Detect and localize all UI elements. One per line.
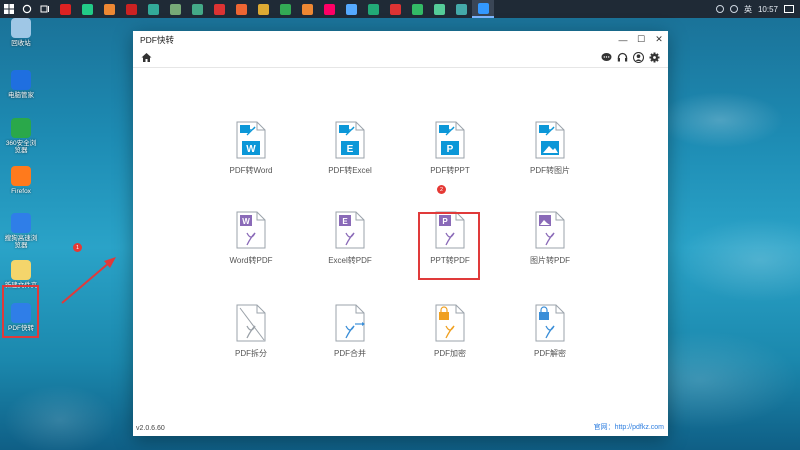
tool-tile-2[interactable]: P PDF转PPT — [418, 121, 482, 191]
pdf-document-icon — [535, 121, 565, 159]
svg-text:E: E — [347, 144, 354, 155]
tool-tile-8[interactable]: PDF拆分 — [219, 304, 283, 374]
window-titlebar[interactable]: PDF快转 — ☐ ✕ — [133, 31, 668, 48]
pdf-document-icon — [535, 304, 565, 342]
svg-text:W: W — [242, 217, 250, 226]
tool-tile-label: Word转PDF — [229, 256, 273, 265]
pdf-document-icon — [236, 304, 266, 342]
tool-tile-label: PDF解密 — [534, 349, 566, 358]
tool-tile-7[interactable]: 图片转PDF — [518, 211, 582, 281]
tool-tile-label: PDF合并 — [334, 349, 366, 358]
headset-icon[interactable] — [617, 52, 628, 63]
home-icon[interactable] — [141, 52, 152, 63]
tool-tile-10[interactable]: PDF加密 — [418, 304, 482, 374]
pdf-converter-window: PDF快转 — ☐ ✕ W PDF转Word E PDF转Excel P PDF转PPT P… — [133, 31, 668, 436]
pdf-document-icon — [435, 304, 465, 342]
window-title: PDF快转 — [140, 34, 175, 45]
maximize-button[interactable]: ☐ — [632, 31, 650, 48]
pdf-document-icon — [335, 304, 365, 342]
tool-tile-0[interactable]: W PDF转Word — [219, 121, 283, 191]
svg-text:W: W — [246, 144, 256, 155]
pdf-document-icon: W — [236, 211, 266, 249]
pdf-document-icon: E — [335, 211, 365, 249]
svg-text:P: P — [447, 144, 454, 155]
pdf-document-icon: W — [236, 121, 266, 159]
tool-tile-5[interactable]: E Excel转PDF — [318, 211, 382, 281]
pdf-document-icon: P — [435, 121, 465, 159]
version-label: v2.0.6.60 — [136, 425, 165, 432]
tool-tile-label: Excel转PDF — [328, 256, 372, 265]
minimize-button[interactable]: — — [614, 31, 632, 48]
tool-tile-9[interactable]: PDF合并 — [318, 304, 382, 374]
pdf-document-icon: E — [335, 121, 365, 159]
tool-tile-label: PDF转图片 — [530, 166, 570, 175]
pdf-document-icon — [535, 211, 565, 249]
tool-tile-11[interactable]: PDF解密 — [518, 304, 582, 374]
toolbar — [133, 48, 668, 68]
tool-tile-4[interactable]: W Word转PDF — [219, 211, 283, 281]
website-link[interactable]: 官网：http://pdfkz.com — [594, 422, 664, 432]
tool-tile-label: PDF转PPT — [430, 166, 470, 175]
highlight-box-ppt-to-pdf — [418, 212, 480, 280]
step-badge-2: 2 — [437, 185, 446, 194]
tool-tile-1[interactable]: E PDF转Excel — [318, 121, 382, 191]
tool-tile-label: PDF加密 — [434, 349, 466, 358]
tool-tile-label: 图片转PDF — [530, 256, 570, 265]
chat-icon[interactable] — [601, 52, 612, 63]
svg-text:E: E — [342, 217, 348, 226]
tool-tile-label: PDF转Excel — [328, 166, 372, 175]
gear-icon[interactable] — [649, 52, 660, 63]
tool-tile-label: PDF转Word — [229, 166, 273, 175]
user-icon[interactable] — [633, 52, 644, 63]
tool-tile-label: PDF拆分 — [235, 349, 267, 358]
tool-tile-3[interactable]: PDF转图片 — [518, 121, 582, 191]
close-button[interactable]: ✕ — [650, 31, 668, 48]
